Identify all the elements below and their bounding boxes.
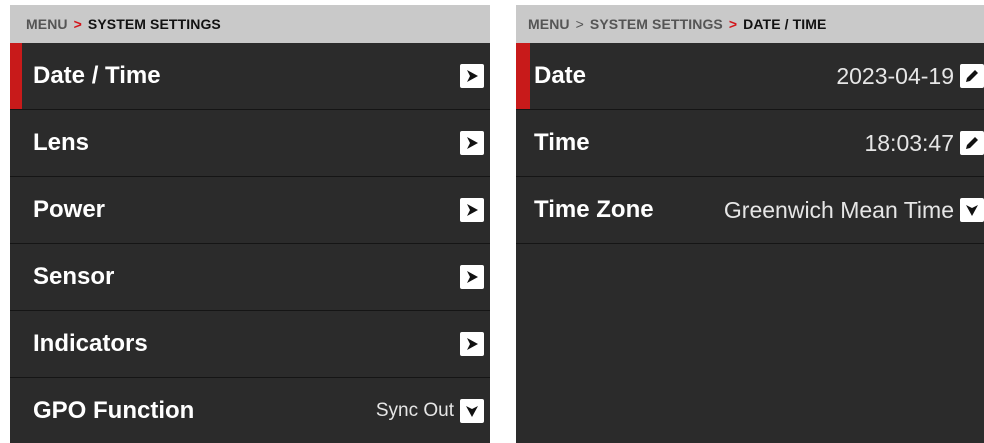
breadcrumb-root[interactable]: MENU	[26, 16, 68, 32]
date-value: 2023-04-19	[836, 62, 954, 89]
system-settings-panel: MENU > SYSTEM SETTINGS Date / Time Lens …	[10, 5, 490, 443]
menu-item-sensor[interactable]: Sensor	[10, 244, 490, 311]
chevron-right-icon[interactable]	[460, 64, 484, 88]
setting-date[interactable]: Date 2023-04-19	[516, 43, 984, 110]
breadcrumb: MENU > SYSTEM SETTINGS	[10, 5, 490, 43]
breadcrumb-root[interactable]: MENU	[528, 16, 570, 32]
breadcrumb-separator: >	[575, 16, 584, 32]
menu-item-date-time[interactable]: Date / Time	[10, 43, 490, 110]
menu-item-label: Date / Time	[33, 62, 161, 89]
menu-item-label: Power	[33, 196, 106, 223]
breadcrumb-current: DATE / TIME	[743, 16, 827, 32]
time-zone-value: Greenwich Mean Time	[723, 196, 954, 223]
breadcrumb-middle[interactable]: SYSTEM SETTINGS	[590, 16, 723, 32]
chevron-right-icon[interactable]	[460, 332, 484, 356]
setting-label: Date	[534, 62, 587, 89]
menu-item-lens[interactable]: Lens	[10, 110, 490, 177]
setting-label: Time	[534, 129, 590, 156]
setting-label: Time Zone	[534, 196, 654, 223]
time-value: 18:03:47	[864, 129, 954, 156]
setting-time-zone[interactable]: Time Zone Greenwich Mean Time	[516, 177, 984, 244]
menu-item-label: GPO Function	[33, 397, 195, 424]
chevron-down-icon[interactable]	[960, 198, 984, 222]
breadcrumb: MENU > SYSTEM SETTINGS > DATE / TIME	[516, 5, 984, 43]
date-time-panel: MENU > SYSTEM SETTINGS > DATE / TIME Dat…	[516, 5, 984, 443]
edit-pencil-icon[interactable]	[960, 131, 984, 155]
chevron-right-icon[interactable]	[460, 198, 484, 222]
edit-pencil-icon[interactable]	[960, 64, 984, 88]
breadcrumb-separator: >	[73, 16, 82, 32]
chevron-right-icon[interactable]	[460, 131, 484, 155]
menu-item-power[interactable]: Power	[10, 177, 490, 244]
menu-item-label: Indicators	[33, 330, 148, 357]
menu-item-label: Lens	[33, 129, 90, 156]
gpo-function-value: Sync Out	[375, 400, 454, 421]
menu-item-gpo-function[interactable]: GPO Function Sync Out	[10, 378, 490, 443]
breadcrumb-current: SYSTEM SETTINGS	[87, 16, 221, 32]
breadcrumb-separator: >	[728, 16, 738, 32]
setting-time[interactable]: Time 18:03:47	[516, 110, 984, 177]
chevron-right-icon[interactable]	[460, 265, 484, 289]
menu-item-indicators[interactable]: Indicators	[10, 311, 490, 378]
menu-item-label: Sensor	[33, 263, 115, 290]
chevron-down-icon[interactable]	[460, 399, 484, 423]
